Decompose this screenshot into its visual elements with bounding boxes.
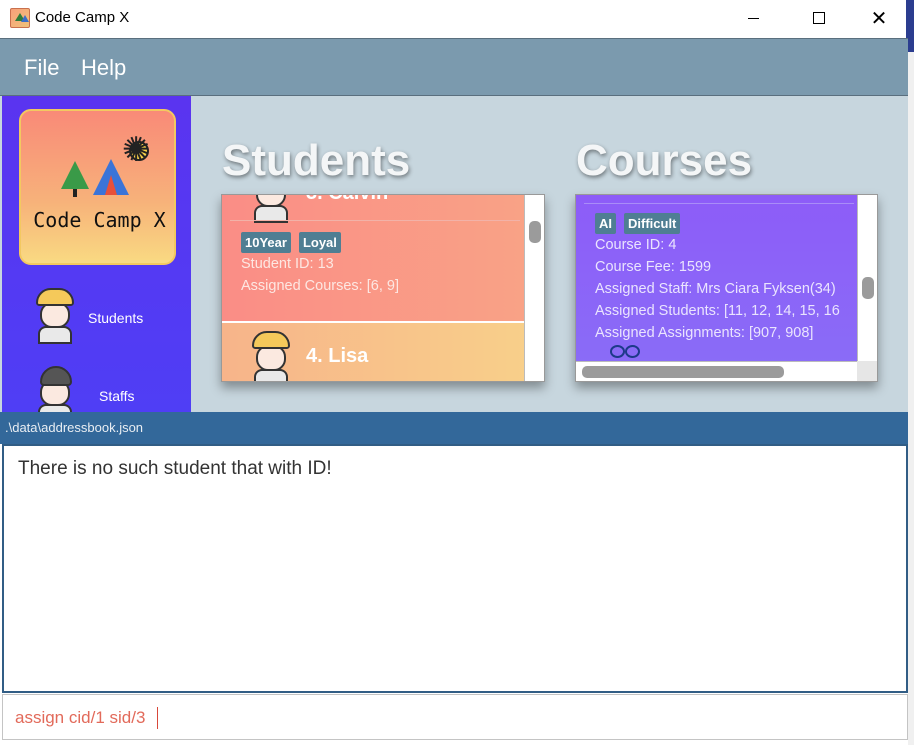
student-name: 4. Lisa (306, 345, 369, 367)
tag: Difficult (624, 213, 681, 234)
menu-bar: File Help (0, 38, 908, 96)
assigned-courses: Assigned Courses: [6, 9] (241, 278, 399, 294)
scrollbar-thumb[interactable] (529, 221, 541, 243)
result-display[interactable]: There is no such student that with ID! (2, 444, 908, 693)
vertical-scrollbar[interactable] (524, 195, 544, 381)
staff-avatar-icon (32, 364, 78, 412)
menu-file[interactable]: File (24, 55, 59, 81)
course-id: Course ID: 4 (595, 237, 677, 253)
list-item[interactable]: 4. Lisa (222, 323, 524, 381)
main-area: Code Camp X Students Staffs St (0, 96, 908, 412)
command-box[interactable] (2, 694, 908, 740)
sidebar: Code Camp X Students Staffs (2, 96, 191, 412)
assigned-students: Assigned Students: [11, 12, 14, 15, 16 (595, 303, 840, 319)
minimize-button[interactable] (730, 0, 776, 36)
app-logo-icon (10, 8, 30, 28)
tag-list: 10Year Loyal (241, 232, 341, 253)
student-name: 3. Calvin (306, 195, 388, 205)
course-fee: Course Fee: 1599 (595, 259, 712, 275)
tag: 10Year (241, 232, 291, 253)
logo-text: Code Camp X (33, 208, 166, 232)
horizontal-scrollbar[interactable] (576, 361, 857, 381)
file-path: .\data\addressbook.json (5, 420, 144, 435)
app-window: Code Camp X ✕ File Help Code Camp X (0, 0, 914, 745)
students-title: Students (222, 136, 411, 185)
menu-help[interactable]: Help (81, 55, 126, 81)
window-title: Code Camp X (35, 9, 130, 26)
list-item[interactable]: AI Difficult Course ID: 4 Course Fee: 15… (576, 195, 857, 365)
scrollbar-thumb[interactable] (862, 277, 874, 299)
sidebar-item-label: Students (88, 310, 144, 326)
tag: Loyal (298, 232, 341, 253)
status-bar: .\data\addressbook.json (0, 412, 908, 444)
minimize-icon (747, 17, 759, 19)
sidebar-item-label: Staffs (99, 388, 135, 404)
command-input[interactable] (15, 705, 895, 731)
sun-icon (122, 133, 151, 167)
sidebar-item-students[interactable]: Students (2, 286, 191, 356)
assigned-assignments: Assigned Assignments: [907, 908] (595, 325, 814, 341)
title-bar: Code Camp X ✕ (0, 0, 914, 38)
courses-title: Courses (576, 136, 753, 185)
divider (584, 203, 854, 204)
maximize-button[interactable] (796, 0, 842, 36)
assigned-staff: Assigned Staff: Mrs Ciara Fyksen(34) (595, 281, 836, 297)
window-edge (908, 52, 914, 745)
scrollbar-corner (857, 361, 877, 381)
courses-list[interactable]: AI Difficult Course ID: 4 Course Fee: 15… (575, 194, 878, 382)
list-item[interactable]: 3. Calvin 10Year Loyal Student ID: 13 As… (222, 195, 524, 321)
close-button[interactable]: ✕ (856, 0, 902, 36)
sidebar-item-staffs[interactable]: Staffs (2, 364, 191, 412)
tag: AI (595, 213, 616, 234)
tag-list: AI Difficult (595, 213, 681, 234)
student-id: Student ID: 13 (241, 256, 334, 272)
result-message: There is no such student that with ID! (18, 458, 332, 479)
student-avatar-icon (248, 329, 294, 381)
glasses-icon (610, 345, 640, 358)
maximize-icon (813, 12, 825, 24)
divider (230, 220, 520, 221)
close-icon: ✕ (870, 6, 888, 30)
student-avatar-icon (32, 286, 78, 346)
text-caret (157, 707, 158, 729)
app-logo: Code Camp X (19, 109, 176, 265)
students-list[interactable]: 3. Calvin 10Year Loyal Student ID: 13 As… (221, 194, 545, 382)
scrollbar-thumb[interactable] (582, 366, 784, 378)
tree-icon (61, 161, 89, 197)
vertical-scrollbar[interactable] (857, 195, 877, 361)
